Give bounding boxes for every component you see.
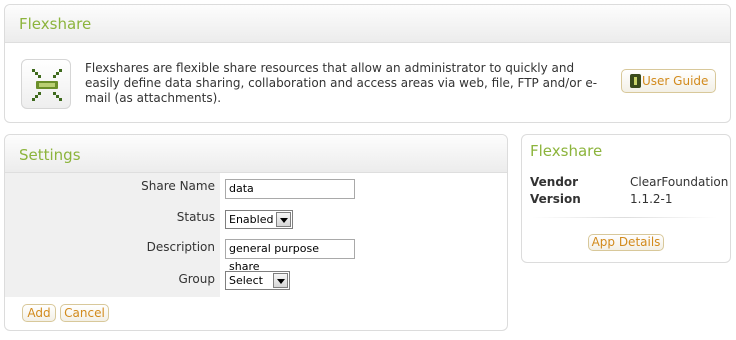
settings-panel: Settings Share Name data Status Enabled … <box>4 134 508 331</box>
divider <box>532 217 717 218</box>
cancel-button[interactable]: Cancel <box>60 304 109 322</box>
app-title: Flexshare <box>5 5 730 43</box>
add-button[interactable]: Add <box>22 304 56 322</box>
user-guide-label: User Guide <box>642 74 709 88</box>
version-label: Version <box>530 192 581 206</box>
group-select[interactable]: Select <box>225 271 290 290</box>
app-details-button[interactable]: App Details <box>588 234 664 251</box>
app-description: Flexshares are flexible share resources … <box>85 61 598 105</box>
description-label: Description <box>146 240 215 254</box>
description-input[interactable]: general purpose share <box>225 239 355 273</box>
info-title: Flexshare <box>530 142 603 160</box>
chevron-down-icon <box>276 212 291 227</box>
user-guide-icon <box>630 74 641 88</box>
app-info-panel: Flexshare Vendor ClearFoundation Version… <box>521 134 731 263</box>
vendor-value: ClearFoundation <box>630 175 729 189</box>
status-select[interactable]: Enabled <box>225 210 293 229</box>
app-header-panel: Flexshare Flexshares are flexible share … <box>4 4 731 123</box>
share-name-label: Share Name <box>141 179 215 193</box>
vendor-label: Vendor <box>530 175 579 189</box>
share-name-input[interactable]: data <box>225 179 355 199</box>
group-select-value: Select <box>229 274 263 287</box>
settings-title: Settings <box>5 135 507 173</box>
chevron-down-icon <box>273 273 288 288</box>
version-value: 1.1.2-1 <box>630 192 673 206</box>
status-select-value: Enabled <box>229 213 274 226</box>
group-label: Group <box>178 272 215 286</box>
status-label: Status <box>176 210 215 224</box>
flexshare-app-icon <box>21 59 71 109</box>
user-guide-button[interactable]: User Guide <box>621 69 716 93</box>
